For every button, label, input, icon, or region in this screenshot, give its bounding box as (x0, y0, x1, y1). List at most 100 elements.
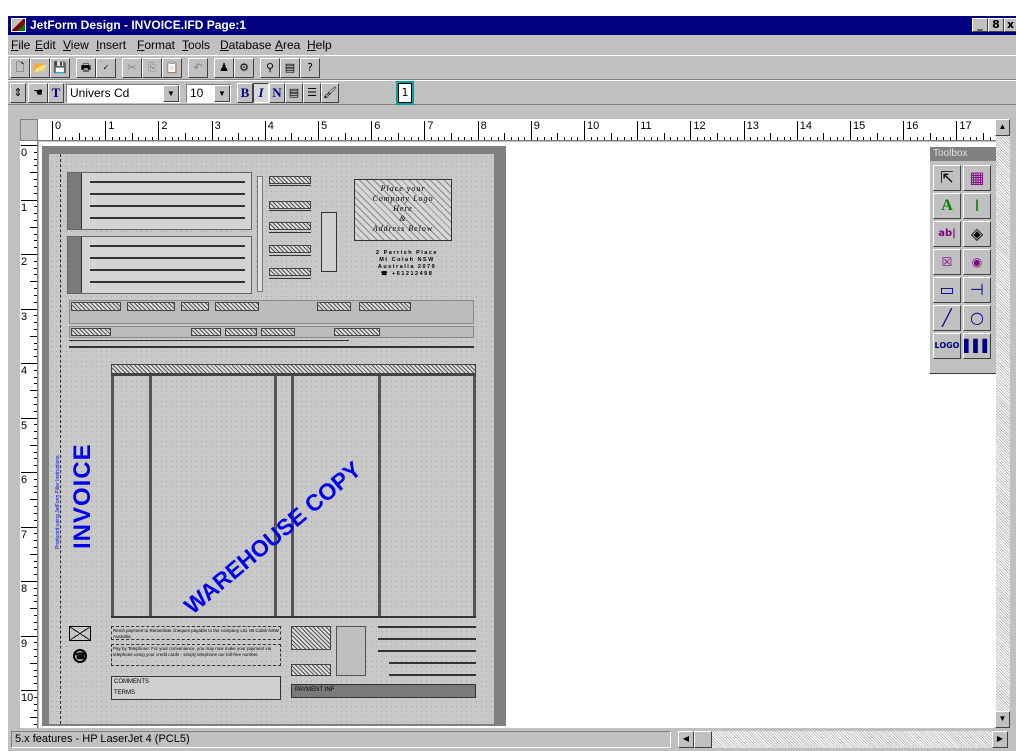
ruler-tick (484, 137, 486, 140)
undo-icon[interactable]: ↶ (188, 58, 208, 78)
ruler-tick (836, 137, 838, 140)
chevron-down-icon[interactable]: ▼ (163, 85, 179, 102)
scroll-up-icon[interactable]: ▲ (995, 119, 1010, 136)
open-folder-icon[interactable]: 📂 (30, 58, 50, 78)
line-icon[interactable]: ╱ (933, 305, 961, 331)
help-icon[interactable]: ? (300, 58, 320, 78)
rectangle-icon[interactable]: ▭ (933, 277, 961, 303)
menu-database[interactable]: Database (220, 38, 271, 52)
field-header[interactable] (269, 245, 311, 253)
menu-help[interactable]: Help (307, 38, 332, 52)
radio-icon[interactable]: ◉ (963, 249, 991, 275)
brush-icon[interactable]: 🖌 (321, 83, 339, 103)
line-items-header[interactable] (111, 364, 476, 374)
ruler-tick (803, 137, 805, 140)
logo-icon[interactable]: LOGO (933, 333, 961, 359)
close-button[interactable]: x (1004, 18, 1016, 32)
spellcheck-icon[interactable]: ✓ (96, 58, 116, 78)
document-icon[interactable]: ▤ (280, 58, 300, 78)
normal-button[interactable]: N (269, 83, 285, 103)
payment-info-bar[interactable]: PAYMENT INF (291, 684, 476, 698)
justify-icon[interactable]: ☰ (303, 83, 321, 103)
scroll-right-icon[interactable]: ▶ (992, 731, 1008, 748)
ruler-tick (34, 267, 37, 269)
ruler-tick (344, 133, 346, 140)
page-indicator[interactable]: 1 (398, 83, 412, 103)
field-tool-icon[interactable]: I (963, 193, 991, 219)
text-style-icon[interactable]: T (48, 83, 64, 103)
spin-icon[interactable]: ⇕ (10, 83, 26, 103)
paste-icon[interactable]: 📋 (162, 58, 182, 78)
italic-button[interactable]: I (253, 83, 269, 103)
chevron-down-icon[interactable]: ▼ (214, 85, 230, 102)
print-icon[interactable]: 🖶 (76, 58, 96, 78)
payment-text[interactable]: Pay by Telephone: For your convenience, … (111, 644, 281, 666)
maximize-button[interactable]: 8 (988, 18, 1004, 32)
cut-icon[interactable]: ✂ (122, 58, 142, 78)
menu-format[interactable]: Format (137, 38, 175, 52)
ruler-tick (823, 133, 825, 140)
select-arrow-icon[interactable]: ⇱ (933, 165, 961, 191)
vertical-scrollbar[interactable]: ▲ ▼ (995, 119, 1010, 728)
circle-icon[interactable]: ○ (963, 305, 991, 331)
design-canvas[interactable]: Place your Company Logo Here & Address B… (39, 142, 1002, 729)
object-icon[interactable]: ♟ (214, 58, 234, 78)
font-name-combo[interactable]: Univers Cd ▼ (66, 84, 180, 103)
horizontal-ruler[interactable]: 0 1 2 3 4 5 6 7 8 9 10 11 12 13 14 15 16 17 (38, 119, 1003, 141)
properties-icon[interactable]: ⚙ (234, 58, 254, 78)
field-header[interactable] (269, 176, 311, 184)
checkbox-icon[interactable]: ☒ (933, 249, 961, 275)
menu-file[interactable]: File (11, 38, 30, 52)
shape-tool-icon[interactable]: ◈ (963, 221, 991, 247)
text-tool-icon[interactable]: A (933, 193, 961, 219)
horizontal-scrollbar[interactable]: ◀ ▶ (678, 731, 1008, 748)
field-header[interactable] (269, 201, 311, 209)
ruler-tick (564, 137, 566, 140)
field-header[interactable] (269, 222, 311, 230)
field-header[interactable] (269, 268, 311, 276)
zoom-icon[interactable]: ⚲ (260, 58, 280, 78)
hand-icon[interactable]: ☚ (28, 83, 48, 103)
bold-button[interactable]: B (237, 83, 253, 103)
menu-tools[interactable]: Tools (182, 38, 210, 52)
ship-to-box[interactable] (67, 236, 252, 294)
menu-insert[interactable]: Insert (96, 38, 126, 52)
menu-area[interactable]: Area (275, 38, 300, 52)
totals-hatch[interactable] (291, 626, 331, 650)
comments-box[interactable]: COMMENTS TERMS (111, 676, 281, 700)
toolbox-palette[interactable]: Toolbox ⇱ ▦ A I ab| ◈ ☒ ◉ ▭ ⊣ ╱ ○ LOGO ▌… (929, 146, 1001, 374)
ruler-tick (663, 133, 665, 140)
vertical-ruler[interactable]: 0 1 2 3 4 5 6 7 8 9 10 (20, 141, 38, 728)
table-icon[interactable]: ▦ (963, 165, 991, 191)
menu-view[interactable]: View (63, 38, 89, 52)
scroll-left-icon[interactable]: ◀ (678, 731, 694, 748)
font-size-combo[interactable]: 10 ▼ (186, 84, 231, 103)
form-page[interactable]: Place your Company Logo Here & Address B… (49, 154, 494, 724)
minimize-button[interactable]: _ (972, 18, 988, 32)
barcode-field[interactable] (321, 212, 337, 272)
ruler-tick (989, 137, 991, 140)
new-file-icon[interactable]: 🗋 (10, 58, 30, 78)
remit-to-text[interactable]: Remit payment to Remember cheques payabl… (111, 626, 281, 640)
scroll-down-icon[interactable]: ▼ (995, 711, 1010, 728)
terms-label: TERMS (114, 690, 135, 696)
totals-hatch[interactable] (291, 664, 331, 676)
align-icon[interactable]: ▤ (285, 83, 303, 103)
barcode-icon[interactable]: ▌▌▌ (963, 333, 992, 359)
app-icon[interactable] (11, 18, 26, 32)
entry-field-icon[interactable]: ab| (933, 221, 961, 247)
line-tee-icon[interactable]: ⊣ (963, 277, 991, 303)
menu-edit[interactable]: Edit (35, 38, 56, 52)
bill-to-box[interactable] (67, 172, 252, 230)
save-icon[interactable]: 💾 (50, 58, 70, 78)
warehouse-copy-label[interactable]: WAREHOUSE COPY (179, 456, 367, 620)
logo-placeholder[interactable]: Place your Company Logo Here & Address B… (354, 179, 452, 241)
scroll-thumb[interactable] (694, 731, 712, 748)
title-bar[interactable]: JetForm Design - INVOICE.IFD Page:1 _ 8 … (8, 16, 1016, 35)
ruler-tick (756, 137, 758, 140)
ruler-tick (30, 444, 37, 446)
invoice-title[interactable]: INVOICE (69, 443, 97, 549)
app-window: JetForm Design - INVOICE.IFD Page:1 _ 8 … (7, 16, 1016, 751)
copy-icon[interactable]: ⎘ (142, 58, 162, 78)
ruler-v-label: 6 (21, 474, 28, 486)
